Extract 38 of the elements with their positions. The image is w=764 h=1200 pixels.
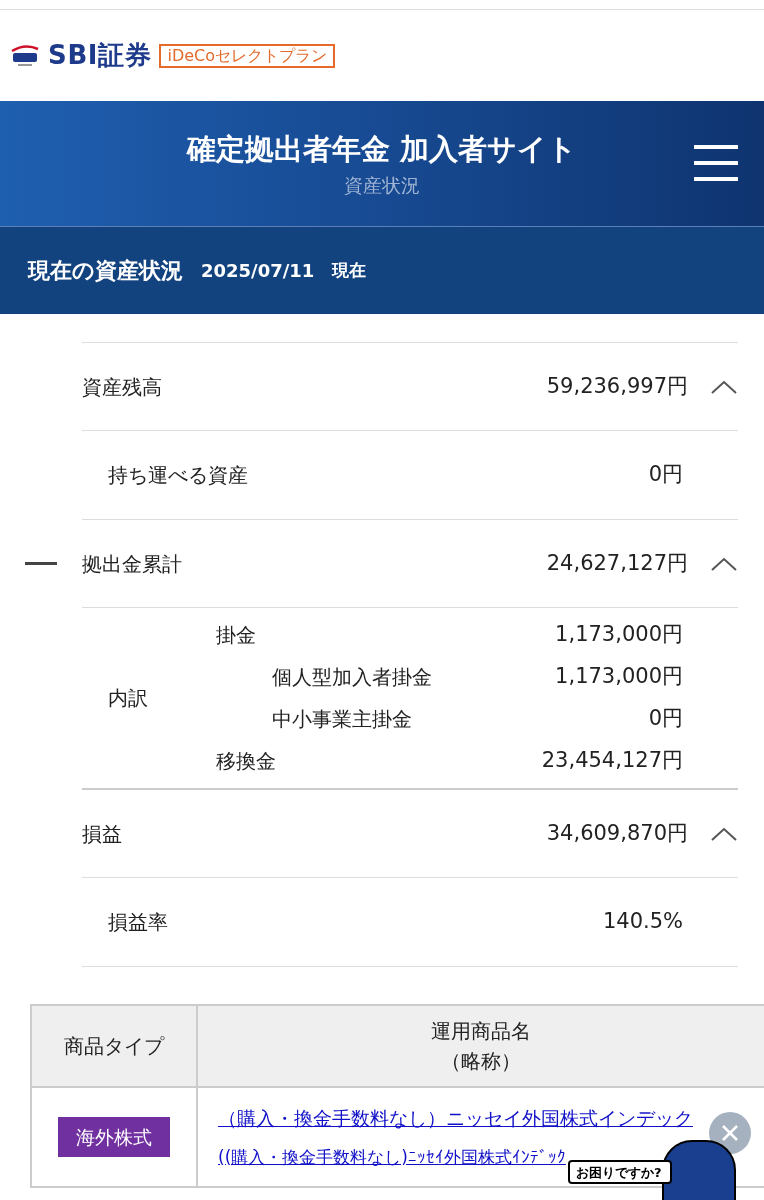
site-title: 確定拠出者年金 加入者サイト	[186, 130, 578, 168]
page-subtitle: 資産状況	[344, 173, 420, 198]
breakdown-label: 内訳	[107, 685, 149, 712]
logo-text[interactable]: SBI証券	[48, 36, 152, 75]
breakdown-item-label: 移換金	[216, 748, 276, 775]
column-header: 商品タイプ	[32, 1006, 198, 1086]
summary-label: 損益	[82, 820, 122, 848]
summary-label: 資産残高	[82, 373, 162, 401]
summary-value: 24,627,127円	[546, 549, 688, 577]
breakdown-item-value: 23,454,127円	[541, 747, 683, 775]
chevron-up-icon[interactable]	[710, 555, 738, 572]
column-header: 運用商品名 （略称）	[430, 1018, 532, 1075]
breakdown-item-value: 1,173,000円	[555, 663, 683, 691]
summary-value: 0円	[648, 461, 683, 489]
summary-label: 持ち運べる資産	[108, 462, 248, 489]
breakdown-item-label: 個人型加入者掛金	[272, 664, 432, 691]
summary-value: 59,236,997円	[546, 372, 688, 400]
logo-mark-icon	[10, 42, 40, 69]
breakdown-item-label: 中小事業主掛金	[272, 706, 412, 733]
close-icon[interactable]	[709, 1112, 751, 1154]
breakdown-item-label: 掛金	[216, 622, 256, 649]
status-title: 現在の資産状況	[28, 257, 183, 285]
help-bubble[interactable]: お困りですか?	[568, 1160, 672, 1184]
category-tag: 海外株式	[58, 1116, 170, 1158]
fund-link[interactable]: （購入・換金手数料なし）ニッセイ外国株式インデック	[218, 1104, 764, 1133]
summary-label: 拠出金累計	[82, 550, 182, 578]
breakdown-item-value: 1,173,000円	[555, 621, 683, 649]
chevron-up-icon[interactable]	[710, 378, 738, 395]
plan-badge: iDeCoセレクトプラン	[159, 43, 336, 68]
menu-icon[interactable]	[694, 145, 738, 181]
summary-value: 34,609,870円	[546, 819, 688, 847]
help-mascot[interactable]	[662, 1140, 736, 1200]
status-date: 2025/07/11	[201, 259, 315, 283]
breakdown-item-value: 0円	[648, 705, 683, 733]
summary-value: 140.5%	[602, 908, 683, 936]
chevron-up-icon[interactable]	[710, 825, 738, 842]
summary-label: 損益率	[108, 909, 168, 936]
status-suffix: 現在	[332, 258, 367, 282]
